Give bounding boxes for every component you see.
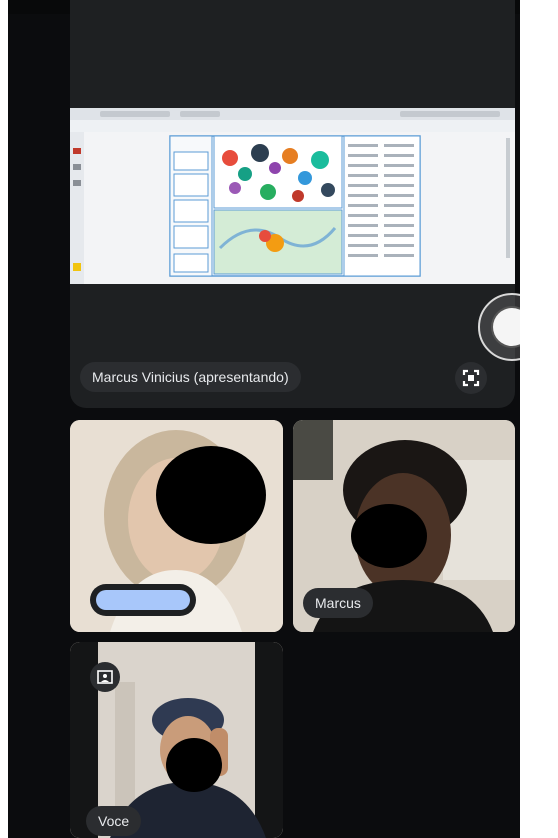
participant-tile[interactable]: [70, 420, 283, 632]
pip-toggle-button[interactable]: [90, 662, 120, 692]
shared-screen-content: [70, 108, 515, 284]
presentation-panel[interactable]: Marcus Vinicius (apresentando): [70, 0, 515, 408]
participant-name-label: [90, 584, 196, 616]
presenter-name-label: Marcus Vinicius (apresentando): [80, 362, 301, 392]
self-name-label: Voce: [86, 806, 142, 836]
face-blur: [156, 446, 266, 544]
face-blur: [351, 504, 427, 568]
assistive-touch-dot: [493, 308, 520, 346]
redacted-name: [96, 590, 190, 610]
fullscreen-button[interactable]: [455, 362, 487, 394]
participant-tile[interactable]: Marcus: [293, 420, 515, 632]
video-call-screen: Marcus Vinicius (apresentando) Marcus Vo…: [8, 0, 520, 838]
shared-screen: [70, 108, 515, 284]
picture-in-picture-icon: [97, 670, 113, 684]
participant-name-label: Marcus: [303, 588, 373, 618]
face-blur: [166, 738, 222, 792]
fullscreen-icon: [462, 369, 480, 387]
self-view-tile[interactable]: Voce: [70, 642, 283, 838]
